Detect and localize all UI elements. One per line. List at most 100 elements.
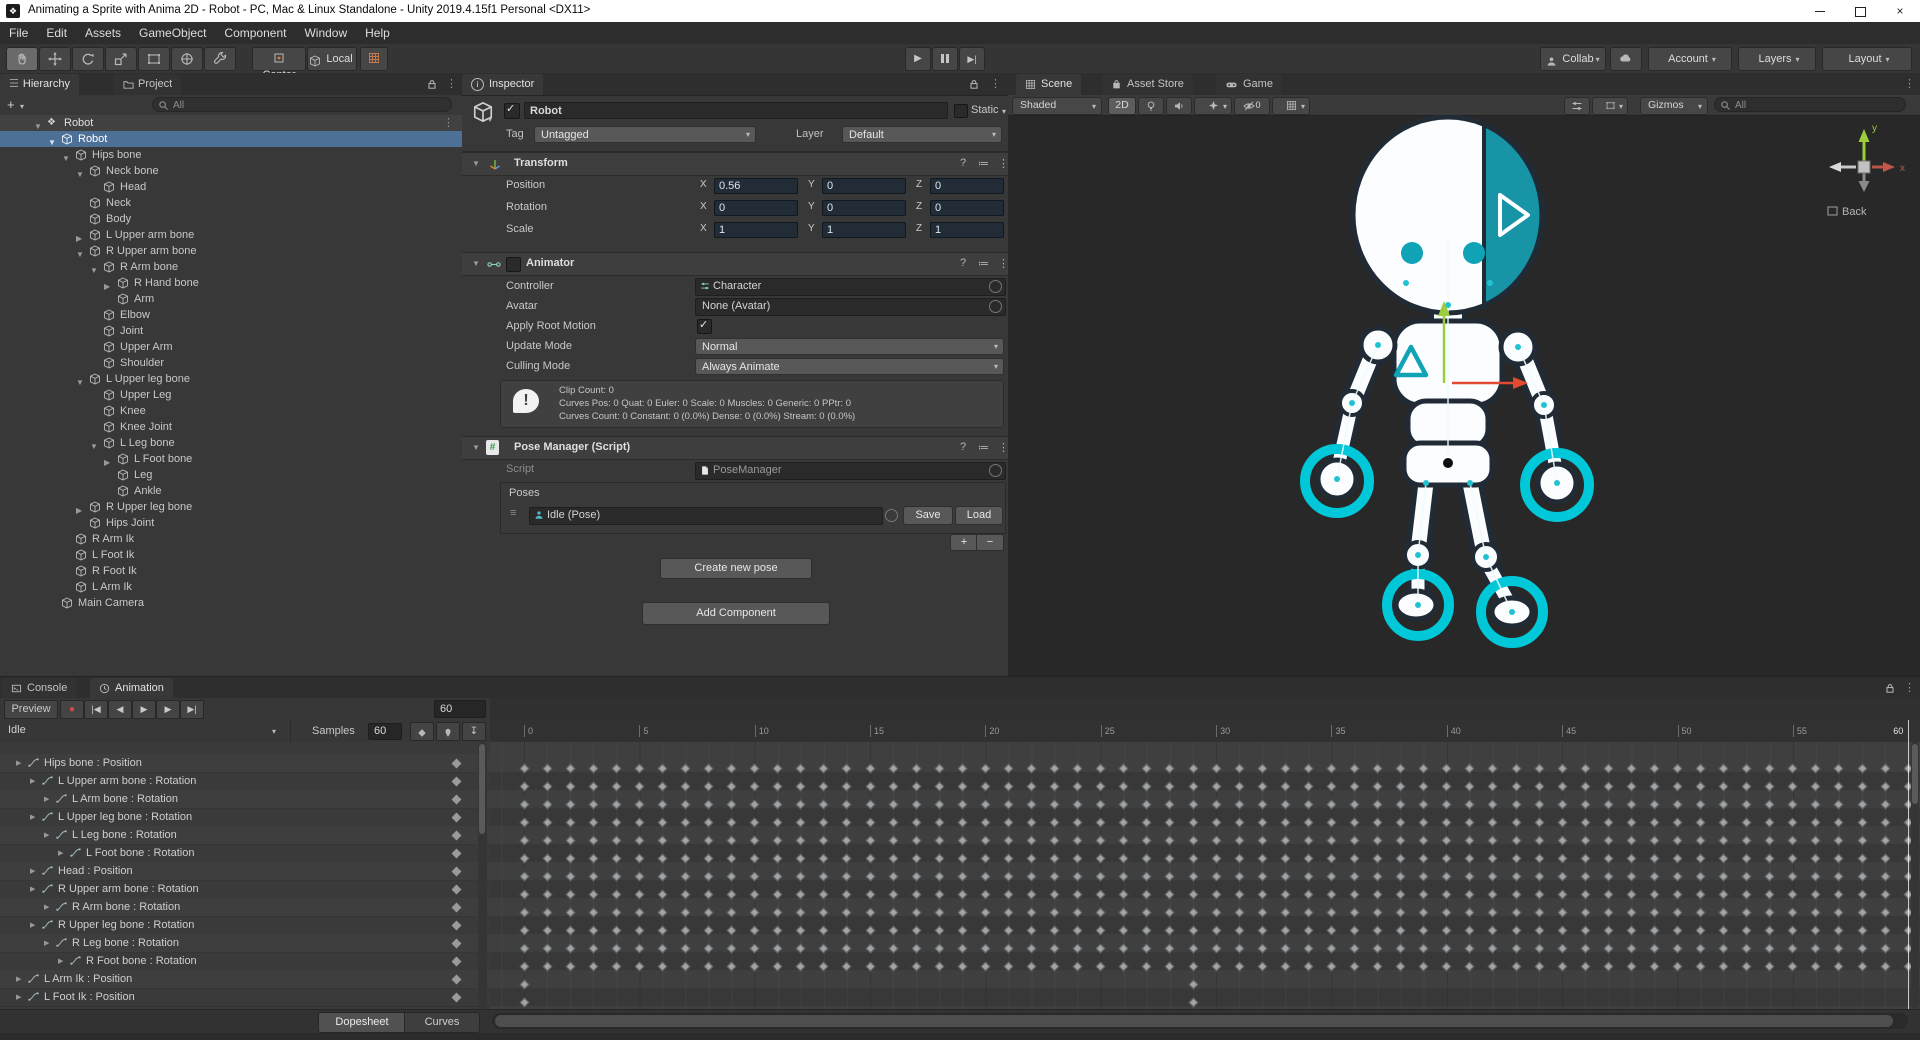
keyframe-diamond[interactable] [634,764,644,774]
minimize-button[interactable] [1800,0,1840,22]
preset-icon[interactable]: ≔ [978,441,989,454]
keyframe-diamond[interactable] [957,872,967,882]
preset-icon[interactable]: ≔ [978,257,989,270]
keyframe-diamond[interactable] [1857,908,1867,918]
keyframe-diamond[interactable] [1188,890,1198,900]
keyframe-diamond[interactable] [681,890,691,900]
anim-property-row-l-foot-ik-position[interactable]: ▶L Foot Ik : Position [0,988,490,1007]
keyframe-diamond[interactable] [1188,998,1198,1008]
hierarchy-item-r-arm-ik[interactable]: R Arm Ik [0,531,462,547]
keyframe-diamond[interactable] [1673,818,1683,828]
object-picker-icon[interactable] [989,300,1002,313]
keyframe-diamond[interactable] [888,890,898,900]
keyframe-diamond[interactable] [1788,962,1798,972]
keyframe-diamond[interactable] [934,944,944,954]
keyframe-diamond[interactable] [1857,926,1867,936]
keyframe-diamond[interactable] [842,836,852,846]
add-keyframe-button[interactable] [452,956,462,966]
keyframe-diamond[interactable] [542,872,552,882]
keyframe-diamond[interactable] [1511,908,1521,918]
keyframe-diamond[interactable] [750,872,760,882]
keyframe-diamond[interactable] [704,764,714,774]
keyframe-diamond[interactable] [1580,962,1590,972]
keyframe-diamond[interactable] [1188,782,1198,792]
keyframe-diamond[interactable] [1719,962,1729,972]
keyframe-diamond[interactable] [727,800,737,810]
keyframe-diamond[interactable] [1004,836,1014,846]
keyframe-diamond[interactable] [681,782,691,792]
add-keyframe-button[interactable] [452,794,462,804]
dopesheet-vscrollbar[interactable] [1911,742,1919,1009]
keyframe-diamond[interactable] [865,890,875,900]
keyframe-diamond[interactable] [796,818,806,828]
keyframe-diamond[interactable] [1742,926,1752,936]
keyframe-diamond[interactable] [1050,944,1060,954]
keyframe-diamond[interactable] [1603,800,1613,810]
object-picker-icon[interactable] [885,509,898,522]
play-animation-button[interactable]: ▶ [132,700,156,719]
keyframe-diamond[interactable] [1603,962,1613,972]
keyframe-diamond[interactable] [611,908,621,918]
keyframe-diamond[interactable] [819,890,829,900]
menu-file[interactable]: File [0,22,37,44]
keyframe-diamond[interactable] [1419,836,1429,846]
keyframe-diamond[interactable] [1534,890,1544,900]
add-keyframe-button[interactable] [410,722,434,741]
keyframe-diamond[interactable] [750,764,760,774]
keyframe-diamond[interactable] [1303,944,1313,954]
keyframe-diamond[interactable] [1742,818,1752,828]
keyframe-diamond[interactable] [1788,944,1798,954]
hierarchy-item-shoulder[interactable]: Shoulder [0,355,462,371]
keyframe-diamond[interactable] [588,854,598,864]
scene-viewport[interactable]: y x Back [1008,115,1920,676]
keyframe-diamond[interactable] [1834,854,1844,864]
collab-button[interactable]: Collab▾ [1540,47,1606,71]
keyframe-diamond[interactable] [1557,800,1567,810]
keyframe-diamond[interactable] [1626,800,1636,810]
help-icon[interactable]: ? [960,441,966,453]
keyframe-diamond[interactable] [1234,872,1244,882]
keyframe-diamond[interactable] [796,908,806,918]
transform-scale-z-field[interactable] [930,222,1004,238]
keyframe-diamond[interactable] [657,818,667,828]
keyframe-diamond[interactable] [1188,854,1198,864]
keyframe-diamond[interactable] [565,962,575,972]
prev-key-button[interactable]: ◀ [108,700,132,719]
keyframe-diamond[interactable] [888,962,898,972]
play-button[interactable]: ▶ [905,47,931,71]
keyframe-diamond[interactable] [657,890,667,900]
robot-character[interactable] [1318,117,1576,626]
keyframe-diamond[interactable] [1027,818,1037,828]
keyframe-diamond[interactable] [1326,944,1336,954]
keyframe-diamond[interactable] [980,926,990,936]
keyframe-diamond[interactable] [588,908,598,918]
apply-root-motion-checkbox[interactable]: ✓ [697,319,712,334]
keyframe-diamond[interactable] [1811,962,1821,972]
keyframe-diamond[interactable] [1119,890,1129,900]
keyframe-diamond[interactable] [704,908,714,918]
keyframe-diamond[interactable] [1557,782,1567,792]
keyframe-diamond[interactable] [1719,800,1729,810]
properties-scrollbar[interactable] [478,742,487,1009]
keyframe-diamond[interactable] [1073,800,1083,810]
keyframe-diamond[interactable] [1350,800,1360,810]
goto-start-button[interactable]: |◀ [84,700,108,719]
keyframe-diamond[interactable] [704,872,714,882]
keyframe-diamond[interactable] [1788,836,1798,846]
keyframe-diamond[interactable] [1811,944,1821,954]
keyframe-diamond[interactable] [957,890,967,900]
keyframe-diamond[interactable] [1442,926,1452,936]
keyframe-diamond[interactable] [1742,908,1752,918]
keyframe-diamond[interactable] [1073,836,1083,846]
keyframe-diamond[interactable] [1004,782,1014,792]
keyframe-diamond[interactable] [1649,890,1659,900]
keyframe-diamond[interactable] [1050,800,1060,810]
keyframe-diamond[interactable] [542,800,552,810]
expand-arrow[interactable]: ▶ [44,899,49,917]
keyframe-diamond[interactable] [1419,908,1429,918]
keyframe-diamond[interactable] [588,872,598,882]
keyframe-diamond[interactable] [842,872,852,882]
keyframe-diamond[interactable] [1188,872,1198,882]
keyframe-diamond[interactable] [1396,872,1406,882]
keyframe-diamond[interactable] [1765,818,1775,828]
